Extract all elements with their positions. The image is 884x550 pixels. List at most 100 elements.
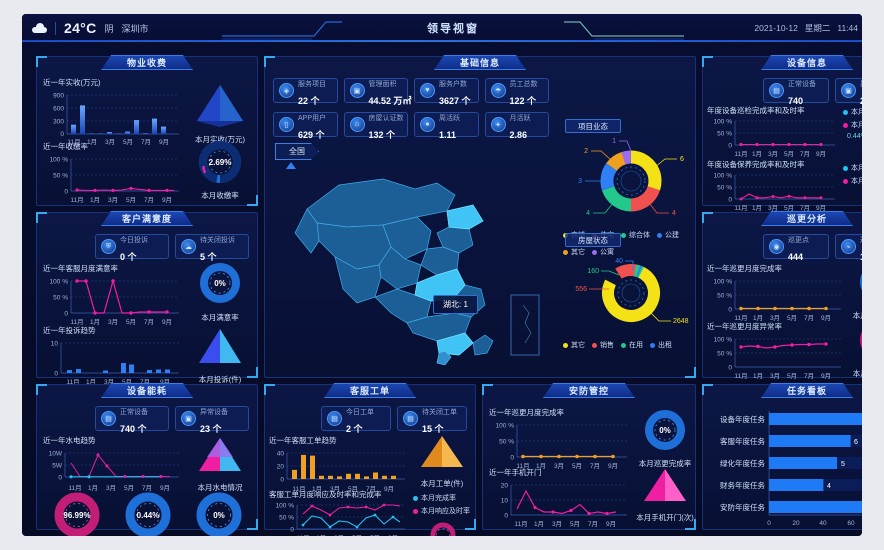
svg-text:0: 0 xyxy=(728,197,732,204)
svg-text:5月: 5月 xyxy=(126,196,136,204)
svg-text:50 %: 50 % xyxy=(53,295,68,302)
chip-pending-complaints[interactable]: ☁ 待关闭投诉 5 个 xyxy=(175,234,249,261)
patrol-completion-gauge: 0% 本月巡更完成率 xyxy=(849,261,862,321)
chip-monthly-active[interactable]: ✦ 月活跃 2.86 xyxy=(484,112,549,139)
chip-normal-equipment[interactable]: ▤ 正常设备 740 个 xyxy=(95,406,169,433)
svg-text:40: 40 xyxy=(819,520,827,527)
svg-text:1月: 1月 xyxy=(90,196,100,204)
panel-energy: 设备能耗 ▤ 正常设备 740 个 ▣ 异常设备 23 个 近一年水电趋势 10… xyxy=(36,384,258,536)
route-icon: ⌁ xyxy=(841,239,856,254)
chip-label: 巡更路线 xyxy=(860,237,862,244)
svg-text:160: 160 xyxy=(587,268,599,275)
chip-service-households[interactable]: ♥ 服务户数 3627 个 xyxy=(414,78,479,105)
china-map[interactable] xyxy=(287,165,555,365)
svg-text:9月: 9月 xyxy=(816,204,826,212)
svg-text:3月: 3月 xyxy=(768,204,778,212)
chip-total-employees[interactable]: ☂ 员工总数 122 个 xyxy=(484,78,549,105)
legend-item: 销售 xyxy=(592,340,614,350)
svg-text:10W: 10W xyxy=(49,451,63,458)
inspection-gauge-value: 0.44% xyxy=(847,133,862,140)
chip-patrol-routes[interactable]: ⌁ 巡更路线 133 xyxy=(835,234,862,261)
gauge-icon xyxy=(430,522,456,536)
chip-value: 23 xyxy=(860,96,862,106)
gauge-icon: 96.99% xyxy=(54,492,100,536)
gauge-value: 0% xyxy=(659,426,671,435)
house-status-donut-svg: 40 160 556 2648 xyxy=(575,258,689,325)
svg-text:2648: 2648 xyxy=(673,318,689,325)
gauge-icon: 0.44% xyxy=(125,492,171,536)
gauge-caption: 本月巡更异常率 xyxy=(852,369,862,378)
svg-text:100 %: 100 % xyxy=(714,279,733,286)
svg-text:11月: 11月 xyxy=(514,520,527,528)
svg-text:1月: 1月 xyxy=(534,520,544,528)
panel-basic-info: 基础信息 ◈ 服务项目 22 个 ▣ 管理面积 44.52 万㎡ ♥ 服务户数 362… xyxy=(264,56,696,378)
chip-normal-equipment[interactable]: ▤ 正常设备 740 xyxy=(763,78,829,105)
chart-title: 近一年手机开门 xyxy=(489,468,542,477)
panel-title-patrol: 巡更分析 xyxy=(761,211,853,226)
property-received-svg: 900 600 300 0 11月 1月 3月 5月 7月 9月 xyxy=(53,93,179,146)
pyramid-icon xyxy=(644,469,686,501)
phone-door-kpi: 本月手机开门(次) xyxy=(635,465,695,523)
svg-text:20: 20 xyxy=(501,483,509,490)
panel-title-security: 安防管控 xyxy=(543,383,635,398)
svg-text:50 %: 50 % xyxy=(717,185,732,192)
chip-managed-area[interactable]: ▣ 管理面积 44.52 万㎡ xyxy=(343,78,412,105)
chip-value: 2 个 xyxy=(346,423,363,434)
chip-service-projects[interactable]: ◈ 服务项目 22 个 xyxy=(273,78,338,105)
chip-weekly-active[interactable]: ● 周活跃 1.11 xyxy=(414,112,479,139)
svg-text:5月: 5月 xyxy=(570,520,580,528)
legend-item: 在用 xyxy=(621,340,643,350)
page-title: 领导视窗 xyxy=(427,23,479,35)
header-datetime: 2021-10-12 星期二 11:44 xyxy=(754,14,858,42)
svg-text:11月: 11月 xyxy=(734,204,747,212)
svg-text:5: 5 xyxy=(841,461,845,468)
alert-icon: ▣ xyxy=(181,411,196,426)
gauge-value: 0.44% xyxy=(137,511,160,520)
svg-text:9月: 9月 xyxy=(162,196,172,204)
gauge-icon: 2.69% xyxy=(199,141,241,183)
pyramid-icon xyxy=(197,85,243,127)
chip-label: 月活跃 xyxy=(509,114,531,122)
national-filter-button[interactable]: 全国 xyxy=(275,143,319,160)
satisfaction-rate-svg: 100 % 50 % 0 11月 1月 3月 5月 7月 9月 xyxy=(50,279,179,326)
svg-text:1月: 1月 xyxy=(752,204,762,212)
basic-info-chips-row1: ◈ 服务项目 22 个 ▣ 管理面积 44.52 万㎡ ♥ 服务户数 3627 个 ☂… xyxy=(265,73,557,105)
chart-title: 近一年巡更月度完成率 xyxy=(707,264,782,273)
svg-text:2: 2 xyxy=(584,148,588,155)
chip-value: 15 个 xyxy=(422,423,444,434)
property-collection-svg: 100 % 50 % 0 11月 1月 3月 5月 7月 9月 xyxy=(50,157,179,204)
chip-patrol-points[interactable]: ◉ 巡更点 444 xyxy=(763,234,829,261)
chip-verified-houses[interactable]: ⌂ 房屋认证数 132 个 xyxy=(343,112,408,139)
svg-text:0: 0 xyxy=(728,143,732,150)
svg-text:3月: 3月 xyxy=(770,372,780,380)
chart-title: 年度设备巡检完成率和及时率 xyxy=(707,106,805,115)
header-weekday: 星期二 xyxy=(804,23,831,33)
chip-label: 待关闭投诉 xyxy=(200,236,235,244)
gauge-caption: 本月满意率 xyxy=(201,313,239,322)
work-order-kpi: 本月工单(件) xyxy=(413,433,471,489)
chip-label: 服务项目 xyxy=(298,80,326,88)
chip-abnormal-equipment[interactable]: ▣ 异常设备 23 个 xyxy=(175,406,249,433)
equipment-chips: ▤ 正常设备 740 ▣ 异常设备 23 xyxy=(703,73,862,106)
svg-text:60: 60 xyxy=(847,520,855,527)
svg-text:100 %: 100 % xyxy=(714,173,733,180)
doc-icon: ▤ xyxy=(327,411,342,426)
task-board-svg: 设备年度任务 客服年度任务 绿化年度任务 财务年度任务 安防年度任务 7 6 5… xyxy=(720,411,862,527)
chart-title: 近一年巡更月度异常率 xyxy=(707,322,782,331)
chart-title: 近一年巡更月度完成率 xyxy=(489,408,564,417)
security-patrol-gauge: 0% 本月巡更完成率 xyxy=(635,407,695,469)
shield-icon: ⛨ xyxy=(101,239,116,254)
svg-text:5月: 5月 xyxy=(787,372,797,380)
chip-abnormal-equipment[interactable]: ▣ 异常设备 23 xyxy=(835,78,862,106)
chip-app-users[interactable]: ▯ APP用户 629 个 xyxy=(273,112,338,139)
chip-label: 正常设备 xyxy=(120,408,148,416)
svg-text:7月: 7月 xyxy=(800,150,810,158)
property-collection-chart: 近一年收缴率 100 % 50 % 0 11月 1月 3月 5月 7月 9月 xyxy=(43,141,183,212)
svg-text:0: 0 xyxy=(767,520,771,527)
chip-pending-orders[interactable]: ▤ 待关闭工单 15 个 xyxy=(397,406,467,434)
svg-text:0: 0 xyxy=(290,527,294,534)
chip-today-complaints[interactable]: ⛨ 今日投诉 0 个 xyxy=(95,234,169,261)
gauge-value: 0% xyxy=(214,511,226,520)
panel-security: 安防管控 近一年巡更月度完成率 100 % 50 % 0 11月 1月 3月 5… xyxy=(482,384,696,530)
chip-today-orders[interactable]: ▤ 今日工单 2 个 xyxy=(321,406,391,434)
